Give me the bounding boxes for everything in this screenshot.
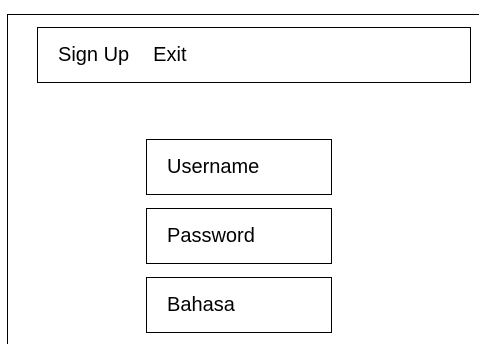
menu-bar: Sign Up Exit [37, 27, 471, 83]
password-field-label: Password [167, 225, 255, 247]
username-field-label: Username [167, 156, 260, 178]
password-field[interactable]: Password [146, 208, 332, 264]
username-field[interactable]: Username [146, 139, 332, 195]
language-field-label: Bahasa [167, 294, 235, 316]
menu-item-sign-up[interactable]: Sign Up [58, 45, 129, 65]
menu-item-exit[interactable]: Exit [153, 45, 186, 65]
language-field[interactable]: Bahasa [146, 277, 332, 333]
